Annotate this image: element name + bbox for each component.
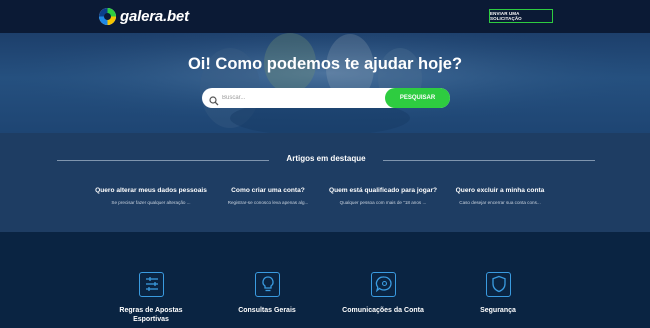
hero-banner: Oi! Como podemos te ajudar hoje? PESQUIS… (0, 33, 650, 133)
article-snippet: Qualquer pessoa com mais de "18 anos ... (339, 200, 427, 205)
hero-title: Oi! Como podemos te ajudar hoje? (187, 55, 463, 73)
category-label[interactable]: Regras de Apostas Esportivas (101, 306, 201, 324)
lightbulb-icon (255, 272, 280, 297)
galera-logo-icon (98, 7, 117, 26)
article-item[interactable]: Quero excluir a minha conta Caso desejar… (440, 187, 560, 205)
send-request-button[interactable]: ENVIAR UMA SOLICITAÇÃO (489, 9, 553, 23)
article-title[interactable]: Quero excluir a minha conta (440, 187, 560, 194)
article-item[interactable]: Quem está qualificado para jogar? Qualqu… (323, 187, 443, 205)
article-item[interactable]: Quero alterar meus dados pessoais Se pre… (91, 187, 211, 205)
search-button[interactable]: PESQUISAR (385, 88, 450, 108)
category-label[interactable]: Segurança (448, 306, 548, 315)
top-header: galera.bet ENVIAR UMA SOLICITAÇÃO (0, 0, 650, 33)
featured-articles-section: Artigos em destaque Quero alterar meus d… (0, 133, 650, 232)
article-snippet: Se precisar fazer qualquer alteração ... (111, 200, 191, 205)
divider-right (383, 160, 595, 161)
featured-title: Artigos em destaque (286, 154, 366, 163)
category-label[interactable]: Consultas Gerais (217, 306, 317, 315)
galera-bet-logo[interactable]: galera.bet (98, 6, 189, 26)
article-item[interactable]: Como criar uma conta? Registrar-se conos… (208, 187, 328, 205)
article-snippet: Caso desejar encerrar sua conta cons... (459, 200, 541, 205)
categories-section: Regras de Apostas Esportivas Consultas G… (0, 232, 650, 328)
category-label[interactable]: Comunicações da Conta (333, 306, 433, 315)
sliders-icon (139, 272, 164, 297)
hero-background-image (0, 33, 650, 133)
search-bar: PESQUISAR (202, 88, 450, 108)
shield-icon (486, 272, 511, 297)
article-title[interactable]: Como criar uma conta? (208, 187, 328, 194)
chat-bubble-icon (371, 272, 396, 297)
search-input[interactable] (222, 91, 377, 105)
article-snippet: Registrar-se conosco leva apenas alg... (227, 200, 309, 205)
article-title[interactable]: Quem está qualificado para jogar? (323, 187, 443, 194)
featured-header: Artigos em destaque (57, 154, 595, 166)
logo-text: galera.bet (120, 7, 189, 25)
search-icon (209, 93, 219, 106)
article-title[interactable]: Quero alterar meus dados pessoais (91, 187, 211, 194)
